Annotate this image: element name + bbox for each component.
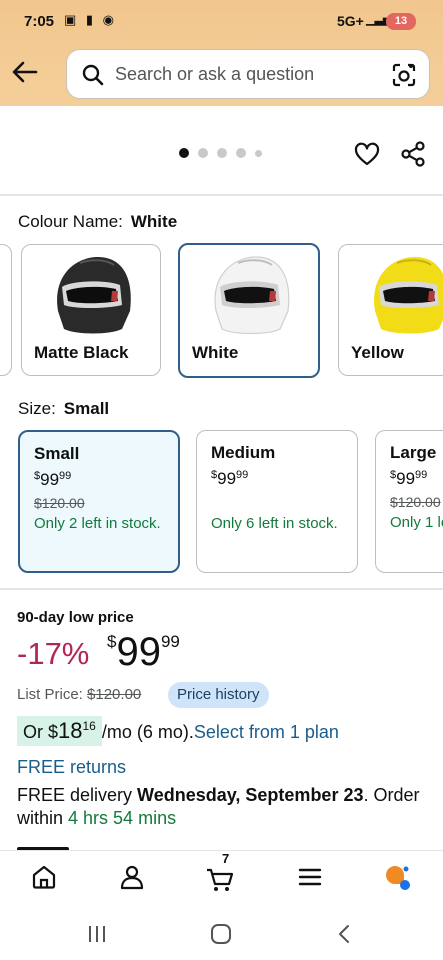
colour-option-matte-black[interactable]: Matte Black <box>21 244 161 376</box>
stock-status: Only 6 left in stock. <box>211 515 338 532</box>
discount-percent: -17% <box>17 636 90 671</box>
price-history-button[interactable]: Price history <box>168 682 269 708</box>
helmet-image <box>57 257 131 334</box>
list-price: List Price: $120.00 <box>17 686 142 703</box>
installment-offer: Or $1816/mo (6 mo).Select from 1 plan <box>17 716 339 746</box>
colour-option-yellow[interactable]: Yellow <box>338 244 443 376</box>
size-option-large[interactable]: Large $9999 $120.00 Only 1 left in stock… <box>375 430 443 573</box>
size-list-price: $120.00 <box>34 495 85 511</box>
camera-search-icon[interactable] <box>390 61 418 89</box>
bottom-nav: 7 <box>0 850 443 902</box>
search-placeholder: Search or ask a question <box>115 64 315 84</box>
delivery-info: FREE delivery Wednesday, September 23. O… <box>17 785 420 828</box>
back-arrow-icon[interactable] <box>10 57 40 87</box>
current-price: $9999 <box>107 630 180 674</box>
rufus-assistant-icon[interactable] <box>383 863 411 891</box>
colour-option-label: Matte Black <box>34 343 129 362</box>
recent-apps-icon[interactable] <box>85 922 109 946</box>
delivery-date: Wednesday, September 23 <box>137 785 364 805</box>
share-icon[interactable] <box>399 140 427 168</box>
size-price: $9999 <box>211 469 249 488</box>
order-countdown: 4 hrs 54 mins <box>68 808 177 828</box>
free-returns-link[interactable]: FREE returns <box>17 757 126 778</box>
stock-status: Only 2 left in stock. <box>34 515 161 532</box>
section-divider <box>0 588 443 590</box>
home-button-icon[interactable] <box>209 922 233 946</box>
status-bar: 7:05 ▣ ▮ ◉ 5G+ ▁▃▅ 13 <box>0 0 443 44</box>
select-plan-link[interactable]: Select from 1 plan <box>194 722 339 742</box>
stock-status: Only 1 left in stock. <box>390 514 443 531</box>
carousel-dot <box>179 148 189 158</box>
carousel-dot <box>236 148 246 158</box>
size-option-medium[interactable]: Medium $9999 Only 6 left in stock. <box>196 430 358 573</box>
colour-option-label: White <box>192 343 239 362</box>
low-price-badge: 90-day low price <box>17 609 134 626</box>
search-icon <box>82 64 104 86</box>
notification-icons: ▣ ▮ ◉ <box>64 12 118 27</box>
selected-size: Small <box>63 399 110 418</box>
carousel-dot <box>255 150 262 157</box>
helmet-image <box>214 256 290 335</box>
account-icon[interactable] <box>118 863 146 891</box>
colour-label: Colour Name: White <box>18 212 178 231</box>
system-nav-bar <box>0 902 443 960</box>
colour-option-previous[interactable] <box>0 244 12 376</box>
selected-colour: White <box>130 212 178 231</box>
size-name: Small <box>34 444 80 463</box>
product-page: 7:05 ▣ ▮ ◉ 5G+ ▁▃▅ 13 Search or ask a qu… <box>0 0 443 960</box>
carousel-dot <box>217 148 227 158</box>
status-time: 7:05 <box>24 13 55 30</box>
size-price: $9999 <box>34 470 72 489</box>
size-price: $9999 <box>390 469 428 488</box>
back-button-icon[interactable] <box>333 922 357 946</box>
battery-icon: 13 <box>386 13 416 30</box>
menu-icon[interactable] <box>296 863 324 891</box>
colour-option-white[interactable]: White <box>178 243 320 378</box>
search-input[interactable]: Search or ask a question <box>66 49 430 99</box>
size-name: Large <box>390 443 437 462</box>
size-name: Medium <box>211 443 276 462</box>
size-list-price: $120.00 <box>390 494 441 510</box>
section-divider <box>0 194 443 196</box>
network-type: 5G+ <box>337 13 364 29</box>
size-option-small[interactable]: Small $9999 $120.00 Only 2 left in stock… <box>18 430 180 573</box>
home-icon[interactable] <box>30 863 58 891</box>
heart-icon[interactable] <box>353 140 381 168</box>
installment-amount: Or $1816 <box>17 716 102 746</box>
size-label: Size: Small <box>18 399 110 418</box>
colour-option-label: Yellow <box>351 343 404 362</box>
cart-count: 7 <box>222 851 230 866</box>
carousel-dot <box>198 148 208 158</box>
helmet-image <box>374 257 443 334</box>
cart-icon[interactable] <box>206 865 234 893</box>
header: 7:05 ▣ ▮ ◉ 5G+ ▁▃▅ 13 Search or ask a qu… <box>0 0 443 106</box>
